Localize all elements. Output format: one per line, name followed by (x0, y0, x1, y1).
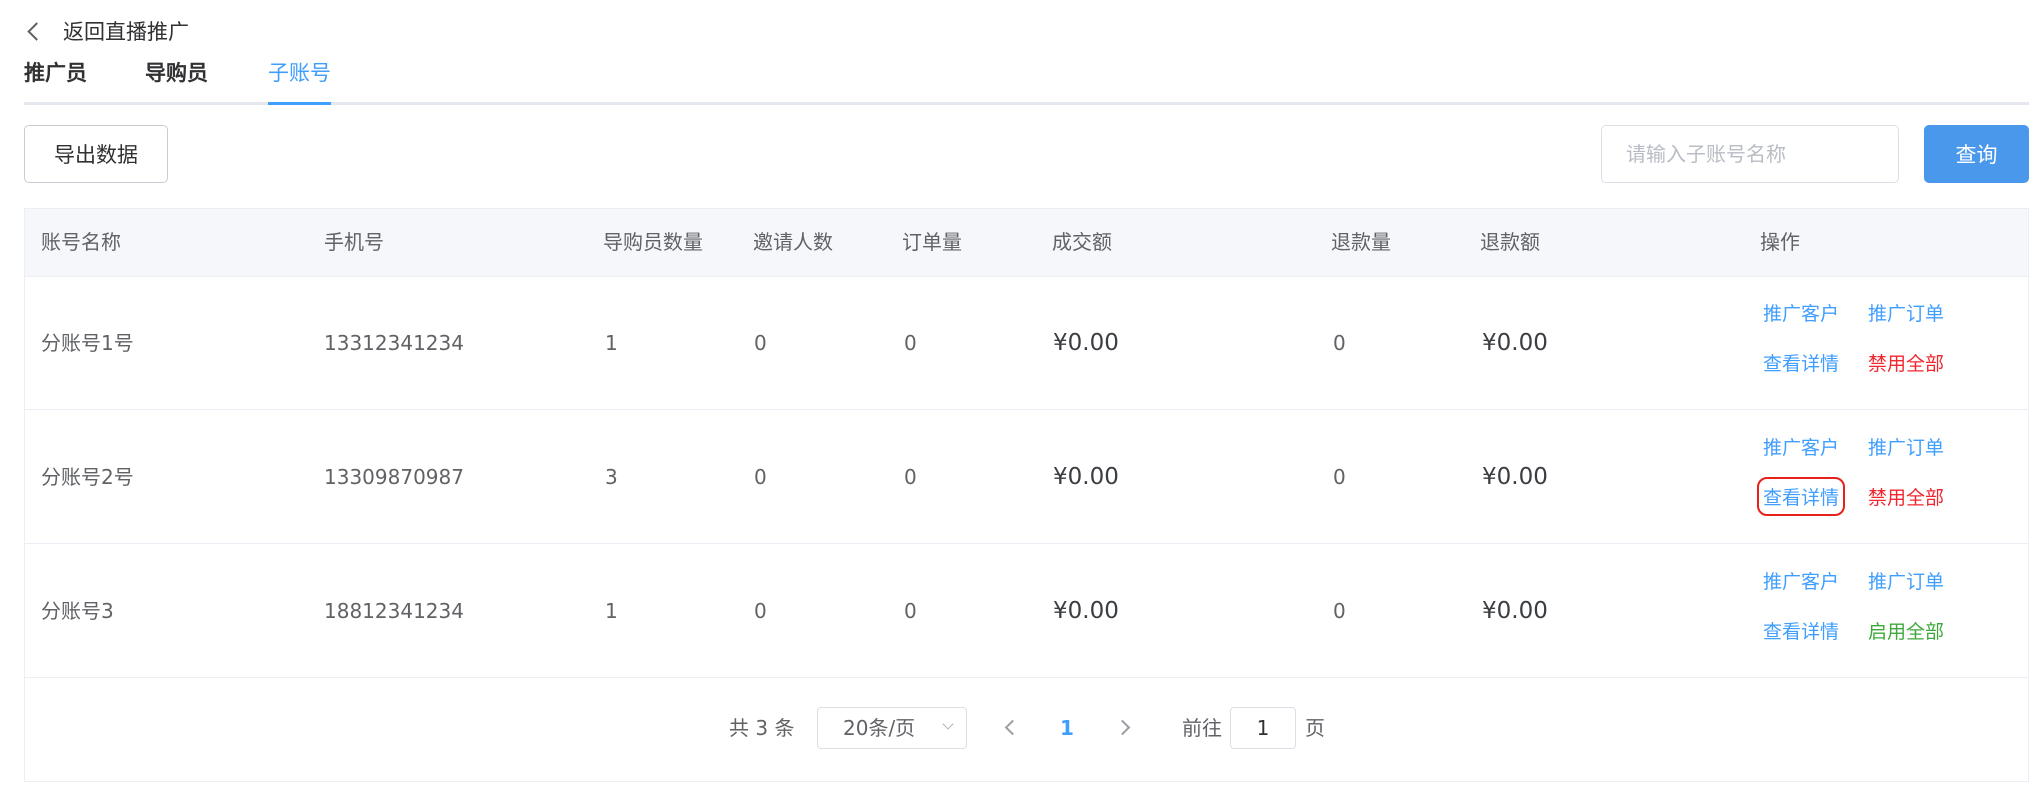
view-details-link[interactable]: 查看详情 (1763, 617, 1839, 644)
cell-phone: 18812341234 (324, 599, 464, 623)
column-header-guide-count: 导购员数量 (603, 230, 703, 254)
view-details-link[interactable]: 查看详情 (1763, 349, 1839, 376)
cell-order-count: 0 (904, 599, 917, 623)
export-data-button[interactable]: 导出数据 (24, 125, 168, 183)
cell-refund-count: 0 (1333, 599, 1346, 623)
sub-account-search-input[interactable] (1601, 125, 1899, 183)
cell-phone: 13312341234 (324, 331, 464, 355)
cell-account-name: 分账号2号 (41, 465, 134, 489)
cell-refund-count: 0 (1333, 465, 1346, 489)
disable-all-link[interactable]: 禁用全部 (1868, 483, 1944, 510)
pagination-total: 共 3 条 (729, 716, 795, 740)
cell-invite-count: 0 (754, 599, 767, 623)
page-number-current[interactable]: 1 (1060, 708, 1074, 748)
chevron-left-icon (27, 21, 46, 41)
sub-account-table: 账号名称 手机号 导购员数量 邀请人数 订单量 成交额 退款量 退款额 操作 分… (24, 208, 2029, 782)
back-link[interactable]: 返回直播推广 (24, 14, 189, 48)
page-size-label: 20条/页 (843, 716, 916, 740)
cell-deal-amount: ¥0.00 (1053, 464, 1119, 490)
column-header-account-name: 账号名称 (41, 230, 121, 254)
column-header-deal-amount: 成交额 (1052, 230, 1112, 254)
table-row: 分账号1号 13312341234 1 0 0 ¥0.00 0 ¥0.00 推广… (25, 276, 2028, 410)
cell-order-count: 0 (904, 331, 917, 355)
promote-customers-link[interactable]: 推广客户 (1763, 299, 1839, 326)
view-details-link[interactable]: 查看详情 (1756, 477, 1846, 516)
promote-customers-link[interactable]: 推广客户 (1763, 567, 1839, 594)
column-header-invite-count: 邀请人数 (753, 230, 833, 254)
cell-refund-amount: ¥0.00 (1482, 598, 1548, 624)
cell-phone: 13309870987 (324, 465, 464, 489)
table-header: 账号名称 手机号 导购员数量 邀请人数 订单量 成交额 退款量 退款额 操作 (25, 209, 2028, 277)
query-button[interactable]: 查询 (1924, 125, 2029, 183)
cell-invite-count: 0 (754, 465, 767, 489)
cell-deal-amount: ¥0.00 (1053, 330, 1119, 356)
tab-sub-accounts[interactable]: 子账号 (268, 56, 331, 105)
cell-invite-count: 0 (754, 331, 767, 355)
cell-account-name: 分账号1号 (41, 331, 134, 355)
column-header-refund-amount: 退款额 (1480, 230, 1540, 254)
cell-order-count: 0 (904, 465, 917, 489)
chevron-down-icon (942, 718, 954, 730)
tab-bar: 推广员 导购员 子账号 (24, 56, 2029, 105)
tab-shopping-guides[interactable]: 导购员 (145, 56, 208, 102)
promote-orders-link[interactable]: 推广订单 (1868, 433, 1944, 460)
table-row: 分账号3 18812341234 1 0 0 ¥0.00 0 ¥0.00 推广客… (25, 544, 2028, 678)
promote-orders-link[interactable]: 推广订单 (1868, 567, 1944, 594)
prev-page-icon[interactable] (1004, 719, 1021, 736)
cell-refund-amount: ¥0.00 (1482, 464, 1548, 490)
enable-all-link[interactable]: 启用全部 (1868, 617, 1944, 644)
promote-orders-link[interactable]: 推广订单 (1868, 299, 1944, 326)
cell-guide-count: 1 (605, 331, 618, 355)
table-row: 分账号2号 13309870987 3 0 0 ¥0.00 0 ¥0.00 推广… (25, 410, 2028, 544)
column-header-phone: 手机号 (324, 230, 384, 254)
goto-page-input[interactable] (1230, 707, 1296, 749)
column-header-refund-count: 退款量 (1331, 230, 1391, 254)
cell-deal-amount: ¥0.00 (1053, 598, 1119, 624)
cell-guide-count: 1 (605, 599, 618, 623)
tab-promoters[interactable]: 推广员 (24, 56, 87, 102)
cell-account-name: 分账号3 (41, 599, 114, 623)
cell-guide-count: 3 (605, 465, 618, 489)
next-page-icon[interactable] (1114, 719, 1131, 736)
cell-refund-count: 0 (1333, 331, 1346, 355)
pagination: 共 3 条 20条/页 1 前往 页 (25, 678, 2028, 780)
page-suffix-label: 页 (1305, 716, 1325, 740)
page-size-select[interactable]: 20条/页 (817, 707, 967, 749)
column-header-actions: 操作 (1760, 230, 1800, 254)
back-link-label: 返回直播推广 (63, 20, 189, 44)
column-header-order-count: 订单量 (902, 230, 962, 254)
promote-customers-link[interactable]: 推广客户 (1763, 433, 1839, 460)
cell-refund-amount: ¥0.00 (1482, 330, 1548, 356)
goto-label: 前往 (1182, 716, 1222, 740)
disable-all-link[interactable]: 禁用全部 (1868, 349, 1944, 376)
